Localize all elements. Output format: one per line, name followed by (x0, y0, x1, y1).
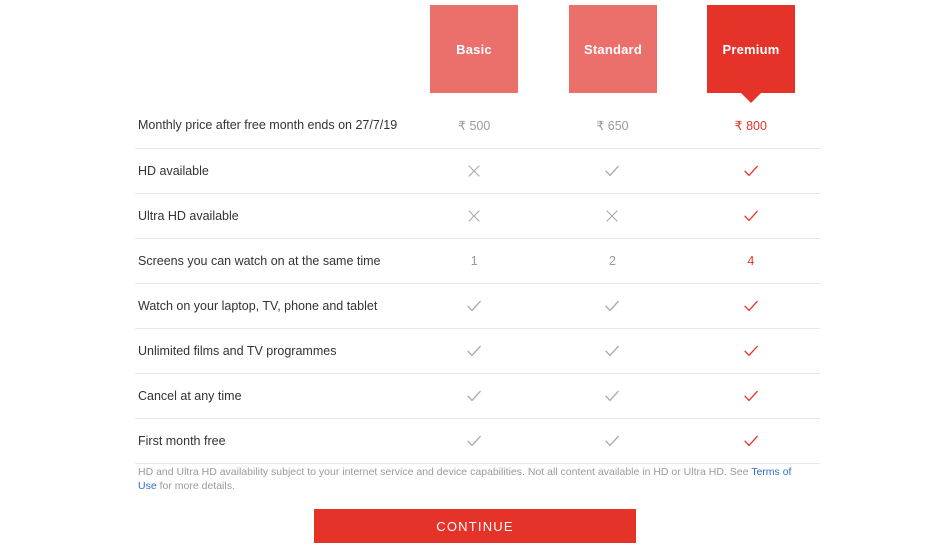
check-icon (742, 342, 760, 360)
check-icon (465, 432, 483, 450)
plan-comparison-table-body: Monthly price after free month ends on 2… (135, 103, 820, 464)
check-icon (603, 387, 621, 405)
plan-value-cell-standard (543, 373, 682, 419)
plan-value-cell-standard (543, 148, 682, 194)
footnote: HD and Ultra HD availability subject to … (138, 465, 806, 493)
feature-cell: Watch on your laptop, TV, phone and tabl… (135, 283, 405, 329)
table-row: Screens you can watch on at the same tim… (135, 238, 820, 284)
feature-label: Ultra HD available (138, 208, 239, 223)
cross-icon (465, 207, 483, 225)
check-icon (465, 387, 483, 405)
cross-icon (465, 162, 483, 180)
check-icon (465, 342, 483, 360)
plan-value-cell-premium (681, 283, 820, 329)
plan-value-cell-standard (543, 283, 682, 329)
plan-value-cell-basic (405, 373, 544, 419)
table-row: Unlimited films and TV programmes (135, 328, 820, 374)
plan-value-cell-basic (405, 328, 544, 374)
plan-value-cell-premium (681, 328, 820, 374)
plan-value-cell-standard (543, 193, 682, 239)
feature-cell: Monthly price after free month ends on 2… (135, 103, 405, 149)
plan-comparison-page: Basic Standard Premium Monthly price after… (0, 0, 950, 550)
table-row: Ultra HD available (135, 193, 820, 239)
feature-label: Screens you can watch on at the same tim… (138, 253, 381, 268)
plan-value-cell-basic (405, 148, 544, 194)
check-icon (742, 162, 760, 180)
plan-value-cell-premium (681, 148, 820, 194)
feature-label: Unlimited films and TV programmes (138, 343, 337, 358)
check-icon (742, 207, 760, 225)
table-row: HD available (135, 148, 820, 194)
table-row: Monthly price after free month ends on 2… (135, 103, 820, 149)
feature-cell: First month free (135, 418, 405, 464)
feature-label: HD available (138, 163, 209, 178)
feature-label: First month free (138, 433, 226, 448)
check-icon (465, 297, 483, 315)
check-icon (603, 342, 621, 360)
plan-header-row: Basic Standard Premium (135, 5, 820, 103)
plan-value-cell-basic: 1 (405, 238, 544, 284)
feature-label: Monthly price after free month ends on 2… (138, 118, 398, 133)
plan-value-cell-standard: 2 (543, 238, 682, 284)
plan-value-cell-basic (405, 283, 544, 329)
plan-tab-label: Basic (456, 41, 492, 57)
feature-label: Cancel at any time (138, 388, 242, 403)
plan-value-cell-premium (681, 373, 820, 419)
plan-tab-label: Standard (584, 41, 642, 57)
continue-button-label: CONTINUE (436, 518, 514, 534)
feature-cell: Unlimited films and TV programmes (135, 328, 405, 374)
plan-comparison-table: Monthly price after free month ends on 2… (135, 103, 820, 464)
continue-button[interactable]: CONTINUE (314, 509, 636, 543)
plan-tab-standard[interactable]: Standard (569, 5, 657, 93)
feature-label: Watch on your laptop, TV, phone and tabl… (138, 298, 378, 313)
feature-cell: Cancel at any time (135, 373, 405, 419)
check-icon (742, 387, 760, 405)
footnote-text-after-link: for more details. (156, 480, 235, 493)
plan-value-cell-premium (681, 193, 820, 239)
plan-value-cell-basic (405, 418, 544, 464)
selected-plan-pointer-icon (741, 93, 761, 103)
cross-icon (603, 207, 621, 225)
table-row: First month free (135, 418, 820, 464)
plan-value-cell-basic (405, 193, 544, 239)
plan-value-cell-standard (543, 328, 682, 374)
plan-tab-premium[interactable]: Premium (707, 5, 795, 103)
check-icon (603, 297, 621, 315)
plan-tab-label: Premium (722, 41, 780, 57)
table-row: Cancel at any time (135, 373, 820, 419)
plan-value-cell-premium: 4 (681, 238, 820, 284)
plan-value-cell-basic: ₹ 500 (405, 103, 544, 149)
plan-value-cell-standard: ₹ 650 (543, 103, 682, 149)
check-icon (742, 297, 760, 315)
feature-cell: Ultra HD available (135, 193, 405, 239)
check-icon (603, 432, 621, 450)
plan-value-cell-premium: ₹ 800 (681, 103, 820, 149)
footnote-text-before-link: HD and Ultra HD availability subject to … (138, 466, 752, 478)
table-row: Watch on your laptop, TV, phone and tabl… (135, 283, 820, 329)
plan-tab-basic[interactable]: Basic (430, 5, 518, 93)
plan-value-cell-standard (543, 418, 682, 464)
feature-cell: HD available (135, 148, 405, 194)
feature-cell: Screens you can watch on at the same tim… (135, 238, 405, 284)
check-icon (603, 162, 621, 180)
plan-value-cell-premium (681, 418, 820, 464)
check-icon (742, 432, 760, 450)
